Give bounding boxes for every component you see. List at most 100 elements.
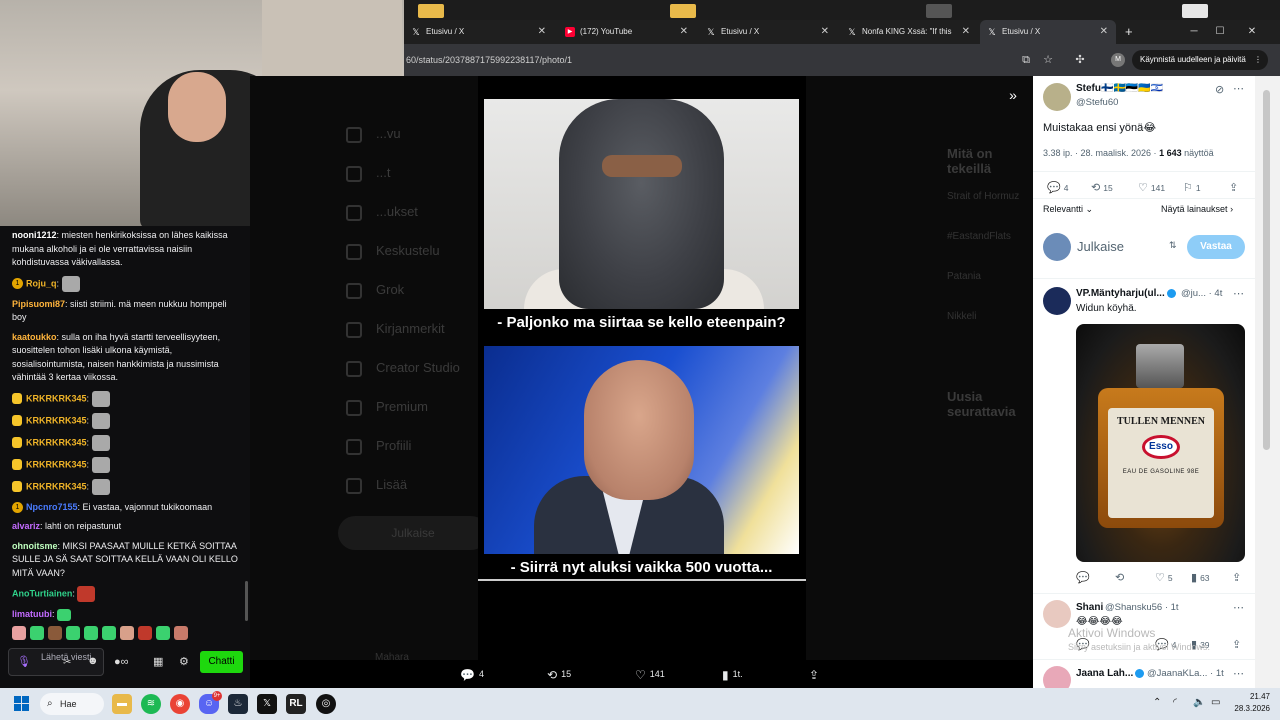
spotify-icon[interactable]: ≋	[141, 694, 161, 714]
chat-username[interactable]: Npcnro7155	[26, 502, 78, 512]
emoji-icon[interactable]: ☻	[87, 655, 99, 669]
profile-avatar[interactable]: M	[1111, 53, 1125, 67]
chat-scrollbar[interactable]	[245, 581, 248, 621]
chat-username[interactable]: KRKRKRK345	[26, 459, 87, 469]
sidebar-nav-item[interactable]: Grok	[376, 282, 404, 297]
share-action[interactable]: ⇪	[809, 667, 823, 682]
maximize-icon[interactable]: ☐	[1208, 22, 1232, 42]
avatar[interactable]	[1043, 83, 1071, 111]
close-icon[interactable]: ✕	[680, 20, 688, 44]
reply-author-name[interactable]: VP.Mäntyharju(ul...	[1076, 288, 1176, 299]
clock[interactable]: 21.47 28.3.2026	[1228, 691, 1270, 715]
close-icon[interactable]: ✕	[538, 20, 546, 44]
browser-tab[interactable]: 𝕏 Etusivu / X ✕	[404, 20, 554, 44]
chat-username[interactable]: KRKRKRK345	[26, 481, 87, 491]
battery-icon[interactable]: ▭	[1211, 697, 1220, 708]
like-action[interactable]: ♡ 141	[635, 667, 665, 682]
file-explorer-icon[interactable]: ▬	[112, 694, 132, 714]
more-icon[interactable]: ⋯	[1233, 82, 1244, 95]
obs-icon[interactable]: ◎	[316, 694, 336, 714]
sidebar-nav-item[interactable]: ...ukset	[376, 204, 418, 219]
bits-icon[interactable]: ●∞	[114, 656, 129, 670]
install-icon[interactable]: ⧉	[1018, 52, 1034, 68]
settings-gear-icon[interactable]: ⚙	[179, 656, 189, 670]
nav-icon[interactable]	[346, 400, 362, 416]
chat-username[interactable]: AnoTurtiainen	[12, 588, 72, 598]
chat-username[interactable]: KRKRKRK345	[26, 415, 87, 425]
reply-button[interactable]: Vastaa	[1187, 235, 1245, 259]
chat-emote[interactable]	[91, 478, 110, 495]
post-time[interactable]: 3.38 ip. · 28. maalisk. 2026 ·	[1043, 148, 1157, 158]
new-tab-icon[interactable]: +	[1120, 20, 1140, 44]
views-stat[interactable]: ▮ 63	[1191, 571, 1210, 584]
reply-image[interactable]: TULLEN MENNEN Esso EAU DE GASOLINE 98E	[1076, 324, 1245, 562]
stepper-icon[interactable]: ⇅	[1169, 240, 1177, 251]
more-icon[interactable]: ⋯	[1233, 601, 1244, 614]
author-name[interactable]: Stefu🇫🇮🇸🇪🇪🇪🇺🇦🇮🇱	[1076, 83, 1163, 94]
document-icon[interactable]	[1182, 4, 1208, 18]
chat-emote[interactable]	[77, 586, 96, 602]
trend-item[interactable]: #EastandFlats	[947, 231, 1011, 242]
collapse-panel-icon[interactable]: »	[999, 83, 1027, 107]
image-file-icon[interactable]	[926, 4, 952, 18]
nav-icon[interactable]	[346, 166, 362, 182]
address-bar[interactable]: 60/status/2037887175992238117/photo/1	[404, 49, 1004, 71]
close-icon[interactable]: ✕	[821, 20, 829, 44]
rl-app-icon[interactable]: RL	[286, 694, 306, 714]
windows-start-icon[interactable]	[14, 696, 30, 712]
browser-tab[interactable]: 𝕏 Nonfa KING Xssä: "If this ✕	[840, 20, 978, 44]
browser-tab[interactable]: ▶ (172) YouTube ✕	[558, 20, 696, 44]
avatar[interactable]	[1043, 600, 1071, 628]
nav-icon[interactable]	[346, 478, 362, 494]
reply-handle[interactable]: @Shansku56 · 1t	[1105, 602, 1179, 613]
emote[interactable]	[120, 626, 134, 640]
avatar[interactable]	[1043, 287, 1071, 315]
reply-handle[interactable]: @ju... · 4t	[1181, 288, 1222, 299]
chat-emote[interactable]	[57, 608, 72, 621]
nav-icon[interactable]	[346, 322, 362, 338]
sidebar-nav-item[interactable]: Kirjanmerkit	[376, 321, 445, 336]
my-avatar[interactable]	[1043, 233, 1071, 261]
taskbar-search[interactable]: ⌕ Hae	[40, 693, 104, 715]
emote[interactable]	[102, 626, 116, 640]
chat-username[interactable]: nooni1212	[12, 230, 57, 240]
emote[interactable]	[30, 626, 44, 640]
chat-username[interactable]: alvariz	[12, 521, 40, 531]
trend-item[interactable]: Strait of Hormuz	[947, 191, 1019, 202]
sidebar-nav-item[interactable]: ...vu	[376, 126, 401, 141]
close-window-icon[interactable]: ✕	[1240, 22, 1264, 42]
emote[interactable]	[48, 626, 62, 640]
emote[interactable]	[84, 626, 98, 640]
nav-icon[interactable]	[346, 283, 362, 299]
nav-icon[interactable]	[346, 244, 362, 260]
chat-emote[interactable]	[91, 412, 110, 429]
grok-icon[interactable]: ⊘	[1215, 83, 1224, 96]
chat-username[interactable]: limatuubi	[12, 609, 52, 619]
chat-username[interactable]: KRKRKRK345	[26, 393, 87, 403]
chat-username[interactable]: Roju_q	[26, 278, 57, 288]
reply-handle[interactable]: @JaanaKLa... · 1t	[1147, 668, 1224, 679]
repost-action[interactable]: ⟲ 15	[547, 667, 571, 682]
more-icon[interactable]: ⋯	[1233, 287, 1244, 300]
sidebar-nav-item[interactable]: Profiili	[376, 438, 411, 453]
nav-icon[interactable]	[346, 205, 362, 221]
chat-username[interactable]: KRKRKRK345	[26, 437, 87, 447]
sidebar-nav-item[interactable]: Premium	[376, 399, 428, 414]
nav-icon[interactable]	[346, 439, 362, 455]
nav-icon[interactable]	[346, 361, 362, 377]
avatar[interactable]	[1043, 666, 1071, 688]
browser-tab[interactable]: 𝕏 Etusivu / X ✕	[699, 20, 837, 44]
reply-author-name[interactable]: Jaana Lah...	[1076, 668, 1145, 679]
like-stat[interactable]: ♡ 5	[1155, 571, 1173, 584]
volume-icon[interactable]: 🔈	[1193, 697, 1205, 708]
x-app-icon[interactable]: 𝕏	[257, 694, 277, 714]
chat-send-button[interactable]: Chatti	[200, 651, 243, 673]
sidebar-nav-item[interactable]: Creator Studio	[376, 360, 460, 375]
page-scrollbar[interactable]	[1255, 76, 1280, 688]
share-stat[interactable]: ⇪	[1232, 638, 1244, 651]
show-quotes-link[interactable]: Näytä lainaukset ›	[1161, 204, 1233, 214]
more-icon[interactable]: ⋯	[1233, 667, 1244, 680]
folder-icon[interactable]	[418, 4, 444, 18]
chat-emote[interactable]	[91, 434, 110, 451]
bookmark-stat[interactable]: ⚐ 1	[1183, 181, 1201, 194]
